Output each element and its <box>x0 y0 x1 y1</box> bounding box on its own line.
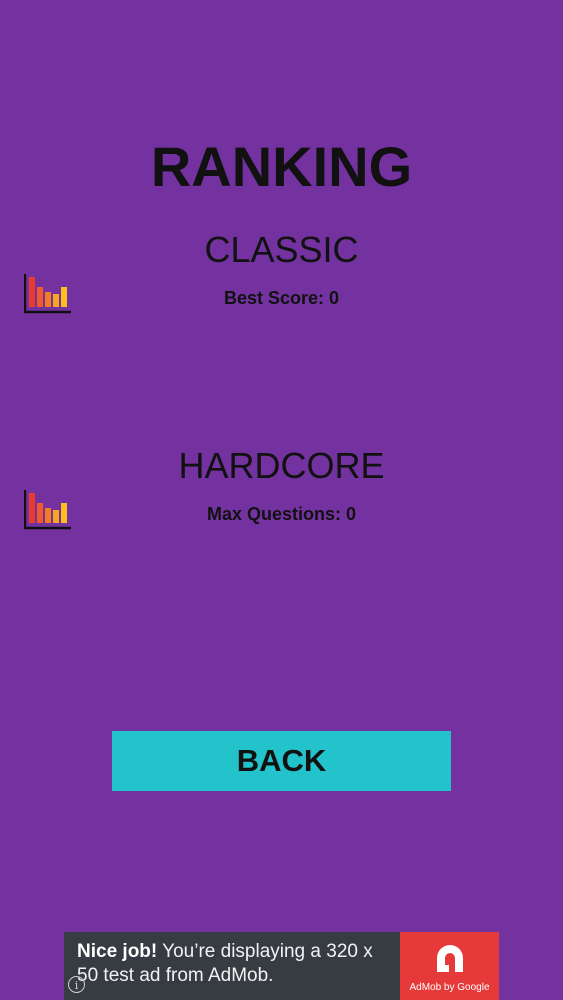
admob-logo-icon <box>437 945 463 972</box>
ad-text: Nice job! You’re displaying a 320 x 50 t… <box>77 940 397 988</box>
ad-brand-panel[interactable]: AdMob by Google <box>400 932 499 1000</box>
info-icon[interactable]: i <box>68 976 85 993</box>
ad-brand-label: AdMob by Google <box>409 982 490 993</box>
back-button[interactable]: BACK <box>112 731 451 791</box>
ad-headline: Nice job! <box>77 941 158 962</box>
classic-best-score: Best Score: 0 <box>223 288 340 308</box>
hardcore-max-questions: Max Questions: 0 <box>206 504 357 524</box>
ad-banner[interactable]: Nice job! You’re displaying a 320 x 50 t… <box>64 932 499 1000</box>
classic-title: CLASSIC <box>204 229 359 270</box>
hardcore-title: HARDCORE <box>178 445 385 486</box>
page-title: RANKING <box>150 135 413 198</box>
